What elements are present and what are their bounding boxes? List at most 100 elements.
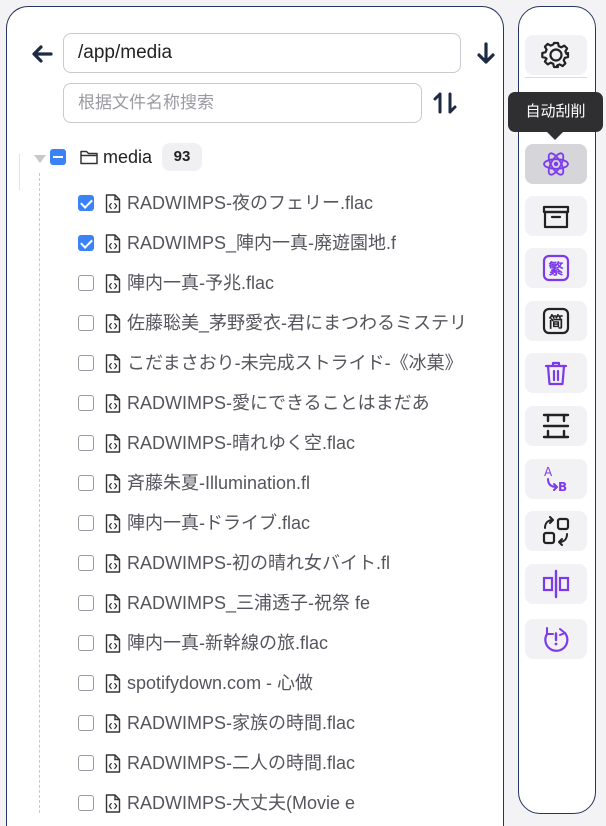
file-row[interactable]: RADWIMPS-家族の時間.flac — [7, 703, 503, 743]
file-code-icon — [105, 274, 121, 293]
sort-toggle-icon[interactable] — [432, 90, 458, 116]
file-row[interactable]: RADWIMPS-愛にできることはまだあ — [7, 383, 503, 423]
file-checkbox[interactable] — [78, 395, 94, 411]
swap-squares-icon — [542, 516, 570, 546]
auto-scrape-button[interactable] — [525, 144, 587, 184]
file-checkbox[interactable] — [78, 275, 94, 291]
traditional-char-icon: 繁 — [542, 254, 570, 282]
select-all-checkbox[interactable] — [50, 149, 66, 165]
file-name: 陣内一真-予兆.flac — [127, 273, 275, 293]
svg-text:繁: 繁 — [547, 260, 564, 278]
split-button[interactable] — [525, 564, 587, 604]
file-code-icon — [105, 354, 121, 373]
file-row[interactable]: RADWIMPS_三浦透子-祝祭 fe — [7, 583, 503, 623]
archive-box-icon — [542, 205, 570, 229]
file-code-icon — [105, 514, 121, 533]
file-row[interactable]: 佐藤聡美_茅野愛衣-君にまつわるミステリ — [7, 303, 503, 343]
file-name: RADWIMPS-大丈夫(Movie e — [127, 793, 356, 813]
svg-text:简: 简 — [548, 313, 563, 331]
file-code-icon — [105, 474, 121, 493]
atom-icon — [543, 152, 569, 176]
settings-button[interactable] — [525, 35, 587, 75]
caret-down-icon[interactable] — [34, 155, 46, 163]
divider — [525, 77, 587, 78]
file-name: RADWIMPS-二人の時間.flac — [127, 753, 356, 773]
fit-height-button[interactable] — [525, 406, 587, 446]
file-checkbox[interactable] — [78, 235, 94, 251]
file-name: RADWIMPS-初の晴れ女バイト.fl — [127, 553, 390, 573]
folder-name: media — [103, 147, 153, 167]
folder-icon — [79, 148, 99, 166]
file-row[interactable]: RADWIMPS-大丈夫(Movie e — [7, 783, 503, 823]
file-code-icon — [105, 594, 121, 613]
file-code-icon — [105, 394, 121, 413]
file-name: RADWIMPS-家族の時間.flac — [127, 713, 356, 733]
file-name: RADWIMPS_陣内一真-廃遊園地.f — [127, 233, 397, 253]
file-code-icon — [105, 434, 121, 453]
file-checkbox[interactable] — [78, 635, 94, 651]
file-checkbox[interactable] — [78, 195, 94, 211]
file-code-icon — [105, 234, 121, 253]
down-arrow-icon[interactable] — [473, 41, 499, 67]
file-checkbox[interactable] — [78, 595, 94, 611]
file-code-icon — [105, 754, 121, 773]
file-checkbox[interactable] — [78, 715, 94, 731]
file-row[interactable]: RADWIMPS_陣内一真-廃遊園地.f — [7, 223, 503, 263]
file-checkbox[interactable] — [78, 315, 94, 331]
file-code-icon — [105, 674, 121, 693]
file-checkbox[interactable] — [78, 795, 94, 811]
svg-text:A: A — [544, 465, 553, 479]
file-code-icon — [105, 314, 121, 333]
file-name: RADWIMPS_三浦透子-祝祭 fe — [127, 593, 371, 613]
simplified-char-icon: 简 — [542, 307, 570, 335]
file-row[interactable]: こだまさおり-未完成ストライド-《冰菓》 — [7, 343, 503, 383]
file-row[interactable]: RADWIMPS-二人の時間.flac — [7, 743, 503, 783]
file-checkbox[interactable] — [78, 755, 94, 771]
file-checkbox[interactable] — [78, 555, 94, 571]
file-code-icon — [105, 194, 121, 213]
file-code-icon — [105, 794, 121, 813]
file-name: RADWIMPS-夜のフェリー.flac — [127, 193, 374, 213]
file-code-icon — [105, 714, 121, 733]
file-code-icon — [105, 634, 121, 653]
file-name: spotifydown.com - 心做 — [127, 673, 314, 693]
refresh-warning-button[interactable] — [525, 619, 587, 659]
file-row[interactable]: 陣内一真-ドライブ.flac — [7, 503, 503, 543]
file-row[interactable]: RADWIMPS-晴れゆく空.flac — [7, 423, 503, 463]
file-row[interactable]: RADWIMPS-夜のフェリー.flac — [7, 183, 503, 223]
file-name: 陣内一真-ドライブ.flac — [127, 513, 311, 533]
tree-root-row[interactable]: media 93 — [7, 139, 503, 175]
swap-button[interactable] — [525, 511, 587, 551]
delete-button[interactable] — [525, 353, 587, 393]
file-row[interactable]: 陣内一真-新幹線の旅.flac — [7, 623, 503, 663]
file-name: RADWIMPS-愛にできることはまだあ — [127, 393, 430, 413]
svg-text:B: B — [558, 480, 567, 494]
vertical-spacing-icon — [542, 413, 570, 439]
file-browser-panel: media 93 RADWIMPS-夜のフェリー.flac RADWIMPS_陣内… — [6, 6, 504, 826]
traditional-chinese-button[interactable]: 繁 — [525, 248, 587, 288]
file-name: RADWIMPS-晴れゆく空.flac — [127, 433, 356, 453]
file-row[interactable]: spotifydown.com - 心做 — [7, 663, 503, 703]
file-row[interactable]: 斉藤朱夏-Illumination.fl — [7, 463, 503, 503]
file-checkbox[interactable] — [78, 515, 94, 531]
file-row[interactable]: RADWIMPS-初の晴れ女バイト.fl — [7, 543, 503, 583]
simplified-chinese-button[interactable]: 简 — [525, 301, 587, 341]
archive-button[interactable] — [525, 196, 587, 236]
file-checkbox[interactable] — [78, 475, 94, 491]
file-name: こだまさおり-未完成ストライド-《冰菓》 — [127, 353, 463, 373]
file-row[interactable]: 陣内一真-予兆.flac — [7, 263, 503, 303]
file-name: 斉藤朱夏-Illumination.fl — [127, 473, 311, 493]
file-checkbox[interactable] — [78, 675, 94, 691]
file-checkbox[interactable] — [78, 435, 94, 451]
replace-text-button[interactable]: AB — [525, 459, 587, 499]
file-checkbox[interactable] — [78, 355, 94, 371]
file-count-badge: 93 — [162, 143, 202, 171]
back-arrow-icon[interactable] — [29, 41, 55, 67]
search-input[interactable] — [63, 83, 422, 123]
path-input[interactable] — [63, 33, 461, 73]
refresh-alert-icon — [544, 627, 569, 652]
split-center-icon — [542, 569, 570, 599]
a-to-b-icon: AB — [544, 465, 567, 494]
tooltip: 自动刮削 — [508, 92, 603, 140]
file-code-icon — [105, 554, 121, 573]
